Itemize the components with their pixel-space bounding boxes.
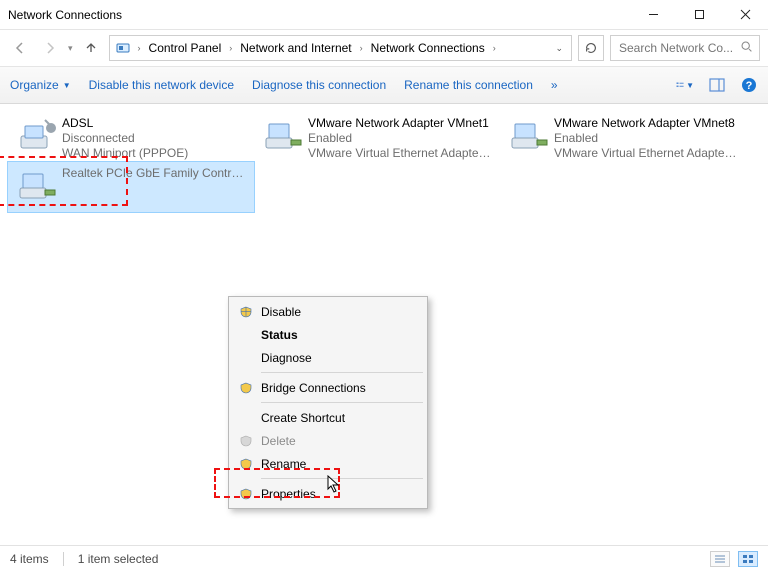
status-separator xyxy=(63,552,64,566)
forward-button[interactable] xyxy=(38,36,62,60)
ctx-label: Delete xyxy=(261,434,296,448)
back-button[interactable] xyxy=(8,36,32,60)
connection-item-vmnet1[interactable]: VMware Network Adapter VMnet1 Enabled VM… xyxy=(254,112,500,162)
search-input[interactable] xyxy=(617,40,734,56)
large-icons-view-button[interactable] xyxy=(738,551,758,567)
connection-status: Disconnected xyxy=(62,131,188,146)
network-adapter-icon xyxy=(260,116,308,158)
chevron-down-icon: ▼ xyxy=(686,81,694,90)
connection-name: VMware Network Adapter VMnet8 xyxy=(554,116,740,131)
connection-status: Enabled xyxy=(554,131,740,146)
ctx-label: Properties xyxy=(261,487,316,501)
crumb-sep-icon[interactable]: › xyxy=(358,43,365,53)
ctx-separator xyxy=(261,372,423,373)
connection-device: VMware Virtual Ethernet Adapter ... xyxy=(554,146,740,161)
crumb-control-panel[interactable]: Control Panel xyxy=(147,41,224,55)
connection-device: VMware Virtual Ethernet Adapter ... xyxy=(308,146,494,161)
ctx-label: Rename xyxy=(261,457,306,471)
help-icon[interactable]: ? xyxy=(740,76,758,94)
rename-connection-button[interactable]: Rename this connection xyxy=(404,78,533,92)
ctx-status[interactable]: Status xyxy=(231,323,425,346)
status-bar: 4 items 1 item selected xyxy=(0,545,768,571)
close-button[interactable] xyxy=(722,0,768,30)
uac-shield-icon xyxy=(239,305,253,319)
dialup-icon xyxy=(14,116,62,158)
ctx-label: Diagnose xyxy=(261,351,312,365)
maximize-button[interactable] xyxy=(676,0,722,30)
window-title: Network Connections xyxy=(8,8,122,22)
view-options-icon[interactable]: ▼ xyxy=(676,76,694,94)
connection-item-adsl[interactable]: ADSL Disconnected WAN Miniport (PPPOE) xyxy=(8,112,254,162)
organize-label: Organize xyxy=(10,78,59,92)
connection-status: Enabled xyxy=(308,131,494,146)
ctx-bridge[interactable]: Bridge Connections xyxy=(231,376,425,399)
connection-list: ADSL Disconnected WAN Miniport (PPPOE) V… xyxy=(8,112,760,212)
minimize-button[interactable] xyxy=(630,0,676,30)
disable-device-button[interactable]: Disable this network device xyxy=(89,78,234,92)
window-controls xyxy=(630,0,768,30)
ctx-label: Status xyxy=(261,328,298,342)
refresh-button[interactable] xyxy=(578,35,604,61)
ctx-disable[interactable]: Disable xyxy=(231,300,425,323)
connection-device: WAN Miniport (PPPOE) xyxy=(62,146,188,161)
command-bar: Organize ▼ Disable this network device Di… xyxy=(0,66,768,104)
more-commands-button[interactable]: » xyxy=(551,78,558,92)
crumb-sep-icon[interactable]: › xyxy=(227,43,234,53)
connection-item-ethernet[interactable]: Realtek PCIe GbE Family Controll... xyxy=(8,162,254,212)
address-row: ▾ › Control Panel › Network and Internet… xyxy=(0,30,768,66)
context-menu: Disable Status Diagnose Bridge Connectio… xyxy=(228,296,428,509)
recent-locations-button[interactable]: ▾ xyxy=(68,43,73,54)
up-button[interactable] xyxy=(79,36,103,60)
status-selection-count: 1 item selected xyxy=(78,552,159,566)
address-dropdown-icon[interactable]: ⌄ xyxy=(555,43,563,54)
address-bar[interactable]: › Control Panel › Network and Internet ›… xyxy=(109,35,572,61)
uac-shield-icon xyxy=(239,381,253,395)
search-box[interactable] xyxy=(610,35,760,61)
ctx-rename[interactable]: Rename xyxy=(231,452,425,475)
crumb-sep-icon[interactable]: › xyxy=(136,43,143,53)
chevron-down-icon: ▼ xyxy=(63,81,71,90)
ctx-label: Create Shortcut xyxy=(261,411,345,425)
crumb-network-internet[interactable]: Network and Internet xyxy=(238,41,353,55)
title-bar: Network Connections xyxy=(0,0,768,30)
crumb-sep-icon[interactable]: › xyxy=(491,43,498,53)
uac-shield-icon xyxy=(239,487,253,501)
connection-name: VMware Network Adapter VMnet1 xyxy=(308,116,494,131)
ctx-label: Bridge Connections xyxy=(261,381,366,395)
ctx-separator xyxy=(261,402,423,403)
content-area: ADSL Disconnected WAN Miniport (PPPOE) V… xyxy=(0,104,768,545)
diagnose-connection-button[interactable]: Diagnose this connection xyxy=(252,78,386,92)
connection-item-vmnet8[interactable]: VMware Network Adapter VMnet8 Enabled VM… xyxy=(500,112,746,162)
location-icon xyxy=(114,39,132,57)
uac-shield-icon xyxy=(239,457,253,471)
preview-pane-icon[interactable] xyxy=(708,76,726,94)
connection-device: Realtek PCIe GbE Family Controll... xyxy=(62,166,248,181)
status-item-count: 4 items xyxy=(10,552,49,566)
connection-name: ADSL xyxy=(62,116,188,131)
ctx-properties[interactable]: Properties xyxy=(231,482,425,505)
ctx-delete: Delete xyxy=(231,429,425,452)
network-adapter-icon xyxy=(14,166,62,208)
ctx-diagnose[interactable]: Diagnose xyxy=(231,346,425,369)
organize-button[interactable]: Organize ▼ xyxy=(10,78,71,92)
search-icon xyxy=(740,40,753,56)
network-adapter-icon xyxy=(506,116,554,158)
ctx-label: Disable xyxy=(261,305,301,319)
ctx-separator xyxy=(261,478,423,479)
uac-shield-icon xyxy=(239,434,253,448)
crumb-network-connections[interactable]: Network Connections xyxy=(369,41,487,55)
details-view-button[interactable] xyxy=(710,551,730,567)
ctx-create-shortcut[interactable]: Create Shortcut xyxy=(231,406,425,429)
svg-text:?: ? xyxy=(746,80,753,92)
